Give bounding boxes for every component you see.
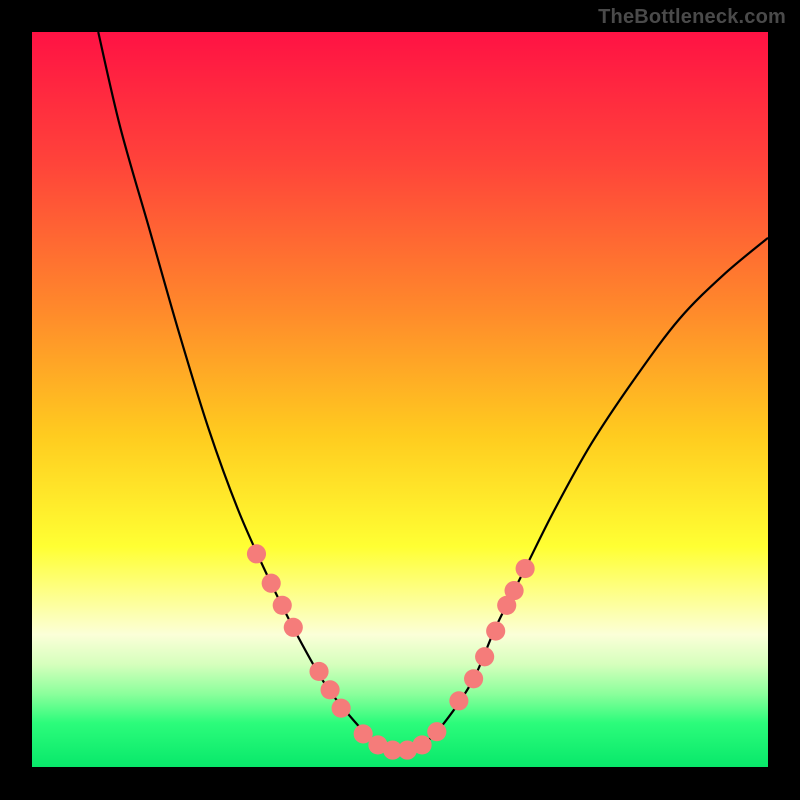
attribution-text: TheBottleneck.com — [598, 6, 786, 29]
marker-dot — [464, 669, 483, 688]
marker-dot — [321, 680, 340, 699]
chart-frame: TheBottleneck.com — [0, 0, 800, 800]
marker-dot — [449, 691, 468, 710]
marker-dot — [486, 621, 505, 640]
marker-dot — [516, 559, 535, 578]
plot-area — [32, 32, 768, 767]
marker-dot — [413, 735, 432, 754]
gradient-background — [32, 32, 768, 767]
chart-svg — [32, 32, 768, 767]
marker-dot — [475, 647, 494, 666]
marker-dot — [247, 544, 266, 563]
marker-dot — [273, 596, 292, 615]
marker-dot — [505, 581, 524, 600]
marker-dot — [332, 699, 351, 718]
marker-dot — [427, 722, 446, 741]
marker-dot — [309, 662, 328, 681]
marker-dot — [262, 574, 281, 593]
marker-dot — [284, 618, 303, 637]
